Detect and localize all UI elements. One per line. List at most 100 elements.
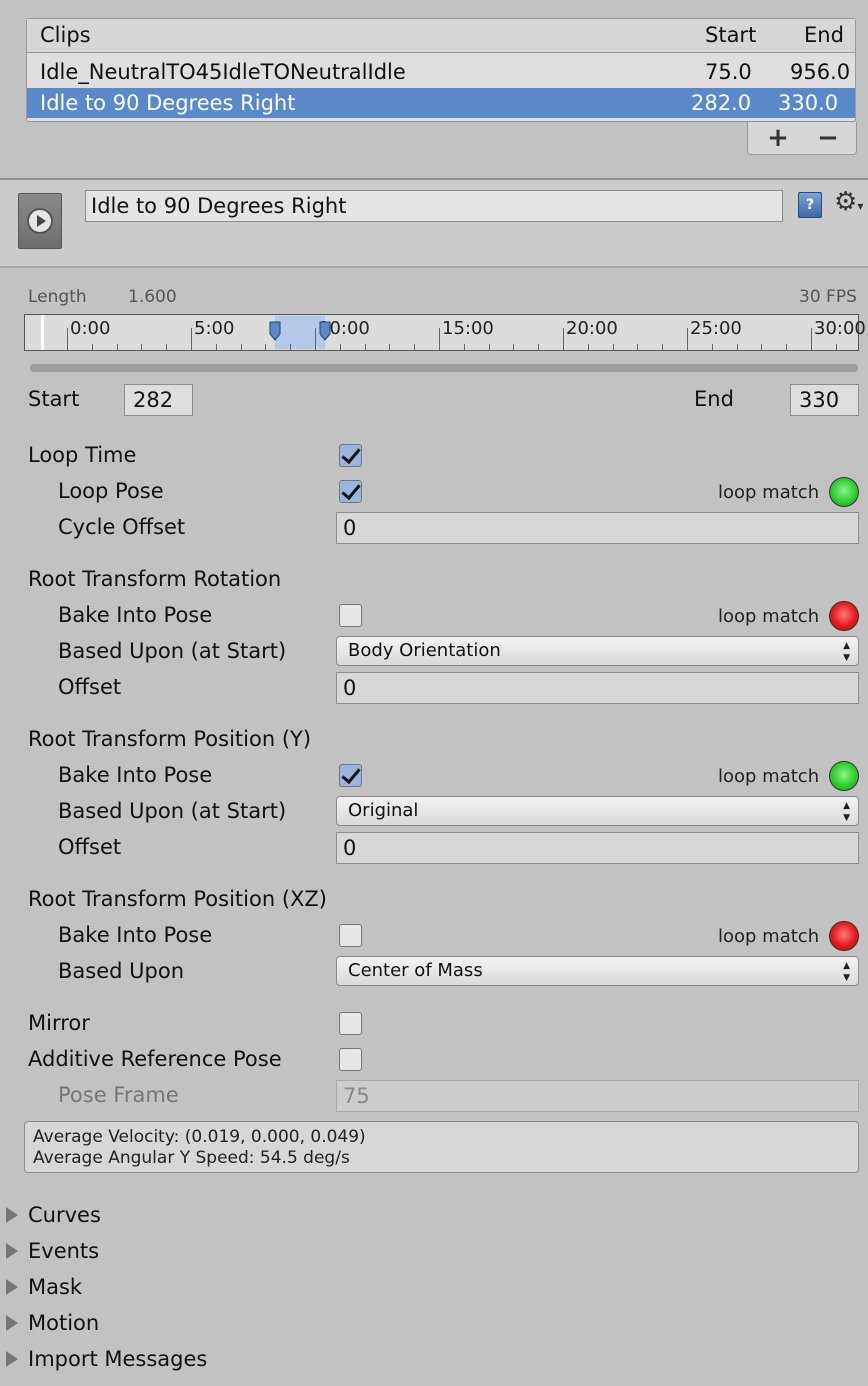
timeline-minor-tick — [339, 344, 341, 350]
timeline-major-tick — [315, 328, 316, 350]
cycle-offset-input[interactable]: 0 — [336, 512, 859, 544]
timeline-tick-label: 20:00 — [566, 318, 618, 339]
up-down-arrow-icon: ▲ ▼ — [843, 801, 850, 823]
loop-match-label: loop match — [718, 606, 820, 627]
position-y-based-upon-dropdown[interactable]: Original ▲ ▼ — [336, 796, 859, 826]
loop-time-checkbox[interactable] — [339, 444, 362, 467]
timeline-minor-tick — [364, 344, 366, 350]
add-clip-button[interactable]: + — [758, 122, 798, 154]
timeline-tick-label: 15:00 — [442, 318, 494, 339]
additive-reference-pose-label: Additive Reference Pose — [28, 1047, 282, 1071]
rotation-based-upon-dropdown[interactable]: Body Orientation ▲ ▼ — [336, 636, 859, 666]
clip-row[interactable]: Idle_NeutralTO45IdleTONeutralIdle 75.0 9… — [27, 57, 855, 87]
clips-header-name: Clips — [40, 23, 91, 47]
rotation-based-upon-label: Based Upon (at Start) — [58, 639, 287, 663]
pose-frame-input: 75 — [336, 1080, 859, 1112]
position-y-bake-checkbox[interactable] — [339, 764, 362, 787]
timeline-major-tick — [811, 328, 812, 350]
loop-match-label: loop match — [718, 482, 820, 503]
timeline-minor-tick — [662, 344, 664, 350]
fps-label: 30 FPS — [799, 287, 857, 307]
timeline-major-tick — [563, 328, 564, 350]
book-help-icon[interactable]: ? — [798, 192, 822, 218]
timeline-minor-tick — [612, 344, 614, 350]
timeline-major-tick — [687, 328, 688, 350]
timeline-tick-label: 30:00 — [814, 318, 866, 339]
dropdown-value: Center of Mass — [348, 960, 483, 981]
position-y-based-upon-label: Based Upon (at Start) — [58, 799, 287, 823]
position-xz-bake-checkbox[interactable] — [339, 924, 362, 947]
timeline-minor-tick — [736, 344, 738, 350]
start-frame-input[interactable]: 282 — [124, 384, 193, 416]
timeline-minor-tick — [265, 344, 267, 350]
rotation-bake-checkbox[interactable] — [339, 604, 362, 627]
gear-icon[interactable]: ⚙▾ — [834, 188, 863, 220]
range-end-marker[interactable] — [319, 321, 331, 341]
end-label: End — [694, 387, 734, 411]
rotation-offset-input[interactable]: 0 — [336, 672, 859, 704]
timeline-ruler[interactable]: 0:00 5:00 10:00 15:00 20:00 25:00 30:00 — [24, 314, 866, 351]
timeline-minor-tick — [786, 344, 788, 350]
clip-name: Idle to 90 Degrees Right — [40, 91, 296, 115]
timeline-minor-tick — [761, 344, 763, 350]
rotation-bake-label: Bake Into Pose — [58, 603, 213, 627]
timeline-minor-tick — [488, 344, 490, 350]
timeline-minor-tick — [587, 344, 589, 350]
clip-row-selected[interactable]: Idle to 90 Degrees Right 282.0 330.0 — [27, 88, 855, 118]
timeline-minor-tick — [116, 344, 118, 350]
timeline-minor-tick — [414, 344, 416, 350]
timeline-minor-tick — [538, 344, 540, 350]
loop-pose-checkbox[interactable] — [339, 480, 362, 503]
play-preview-button[interactable] — [18, 193, 62, 249]
timeline-tick-label: 5:00 — [194, 318, 235, 339]
average-angular-speed-text: Average Angular Y Speed: 54.5 deg/s — [33, 1148, 350, 1168]
timeline-scrollbar[interactable] — [30, 364, 858, 372]
length-value: 1.600 — [128, 287, 177, 307]
triangle-right-icon — [6, 1351, 18, 1367]
position-y-offset-input[interactable]: 0 — [336, 832, 859, 864]
mirror-checkbox[interactable] — [339, 1012, 362, 1035]
foldout-label: Events — [28, 1239, 100, 1263]
triangle-right-icon — [6, 1279, 18, 1295]
clips-header-end: End — [804, 23, 844, 47]
clip-start: 282.0 — [691, 91, 752, 115]
timeline-minor-tick — [215, 344, 217, 350]
timeline-minor-tick — [290, 344, 292, 350]
timeline-minor-tick — [141, 344, 143, 350]
timeline-minor-tick — [463, 344, 465, 350]
range-start-marker[interactable] — [269, 321, 281, 341]
clip-name-input[interactable]: Idle to 90 Degrees Right — [85, 190, 783, 222]
playhead[interactable] — [41, 315, 44, 350]
timeline-major-tick — [67, 328, 68, 350]
clips-header: Clips Start End — [27, 19, 855, 53]
loop-match-green-indicator-icon — [829, 761, 859, 791]
additive-reference-pose-checkbox[interactable] — [339, 1048, 362, 1071]
foldout-list: Curves Events Mask Motion Import Message… — [0, 1200, 868, 1386]
loop-match-green-indicator-icon — [829, 477, 859, 507]
rotation-section-title: Root Transform Rotation — [28, 567, 282, 591]
position-y-offset-label: Offset — [58, 835, 122, 859]
cycle-offset-label: Cycle Offset — [58, 515, 186, 539]
timeline-major-tick — [191, 328, 192, 350]
foldout-import-messages[interactable]: Import Messages — [0, 1344, 300, 1376]
loop-match-red-indicator-icon — [829, 601, 859, 631]
loop-time-label: Loop Time — [28, 443, 137, 467]
foldout-label: Import Messages — [28, 1347, 208, 1371]
foldout-curves[interactable]: Curves — [0, 1200, 300, 1232]
timeline-minor-tick — [389, 344, 391, 350]
end-frame-input[interactable]: 330 — [790, 384, 859, 416]
length-label: Length — [28, 287, 87, 307]
foldout-motion[interactable]: Motion — [0, 1308, 300, 1340]
remove-clip-button[interactable]: − — [808, 122, 848, 154]
position-xz-based-upon-dropdown[interactable]: Center of Mass ▲ ▼ — [336, 956, 859, 986]
timeline-minor-tick — [513, 344, 515, 350]
clip-name: Idle_NeutralTO45IdleTONeutralIdle — [40, 60, 406, 84]
clips-header-start: Start — [705, 23, 757, 47]
timeline-minor-tick — [166, 344, 168, 350]
position-y-section-title: Root Transform Position (Y) — [28, 727, 312, 751]
dropdown-value: Body Orientation — [348, 640, 501, 661]
clip-end: 956.0 — [790, 60, 851, 84]
foldout-mask[interactable]: Mask — [0, 1272, 300, 1304]
clips-list: Clips Start End Idle_NeutralTO45IdleTONe… — [26, 18, 856, 122]
foldout-events[interactable]: Events — [0, 1236, 300, 1268]
